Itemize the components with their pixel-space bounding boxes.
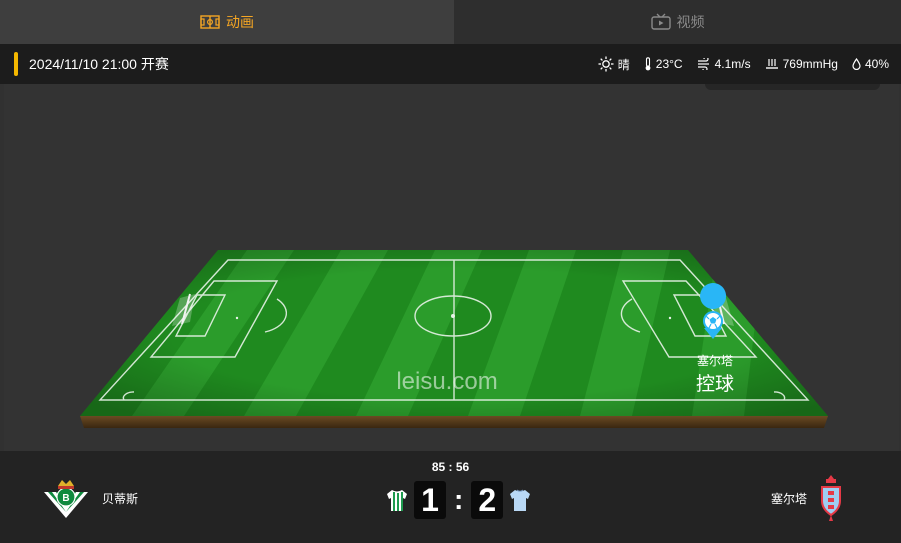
animation-stage: leisu.com 塞尔塔 控球	[0, 84, 901, 451]
droplet-icon	[852, 58, 861, 70]
temperature-value: 23°C	[655, 57, 683, 71]
pressure-value: 769mmHg	[782, 57, 838, 71]
tab-video[interactable]: 视频	[454, 0, 901, 44]
score-bar: B 贝蒂斯 85 : 56 1 : 2 塞尔塔	[0, 451, 901, 543]
pitch-icon	[200, 15, 220, 29]
tab-animation[interactable]: 动画	[0, 0, 454, 44]
weather-info: 晴 23°C 4.1m/s 769mmHg 40%	[598, 56, 901, 73]
score-separator: :	[454, 484, 464, 515]
scoreboard: 1 : 2	[386, 481, 531, 519]
pressure-icon	[765, 59, 778, 69]
wind-icon	[697, 58, 709, 70]
tab-video-label: 视频	[676, 14, 705, 30]
pressure: 769mmHg	[765, 57, 838, 71]
watermark: leisu.com	[396, 368, 497, 395]
tab-animation-label: 动画	[226, 14, 254, 30]
home-score: 1	[414, 481, 446, 519]
wind-value: 4.1m/s	[714, 57, 751, 71]
possession-label: 控球	[696, 373, 734, 395]
away-score: 2	[471, 481, 504, 519]
sun-icon	[598, 56, 614, 72]
away-jersey-icon	[510, 489, 531, 511]
real-betis-crest-icon: B	[44, 480, 88, 518]
home-team-name: 贝蒂斯	[102, 491, 139, 506]
away-team-name: 塞尔塔	[770, 491, 807, 506]
weather-label: 晴	[617, 57, 630, 72]
thermometer-icon	[645, 57, 651, 71]
football-pitch: leisu.com 塞尔塔 控球	[80, 250, 828, 428]
svg-text:B: B	[62, 493, 69, 504]
possession-team: 塞尔塔	[697, 353, 733, 368]
pitch-soil	[80, 416, 828, 428]
tab-bar: 动画 视频	[0, 0, 901, 44]
away-team[interactable]: 塞尔塔	[771, 473, 843, 523]
pitch-grass	[80, 250, 828, 416]
humidity: 40%	[852, 57, 889, 71]
humidity-value: 40%	[864, 57, 889, 71]
kickoff-time: 2024/11/10 21:00 开赛	[29, 56, 169, 72]
celta-vigo-crest-icon	[821, 475, 841, 521]
wind: 4.1m/s	[697, 57, 751, 71]
match-info-bar: 2024/11/10 21:00 开赛 晴 23°C 4.1m/s 769mmH…	[0, 44, 901, 84]
weather-condition: 晴	[598, 56, 630, 73]
home-team[interactable]: B 贝蒂斯	[42, 476, 138, 520]
kickoff-accent-bar	[14, 52, 18, 76]
temperature: 23°C	[644, 57, 683, 71]
home-jersey-icon	[387, 490, 407, 511]
tv-icon	[650, 13, 671, 30]
match-clock: 85 : 56	[431, 460, 470, 474]
